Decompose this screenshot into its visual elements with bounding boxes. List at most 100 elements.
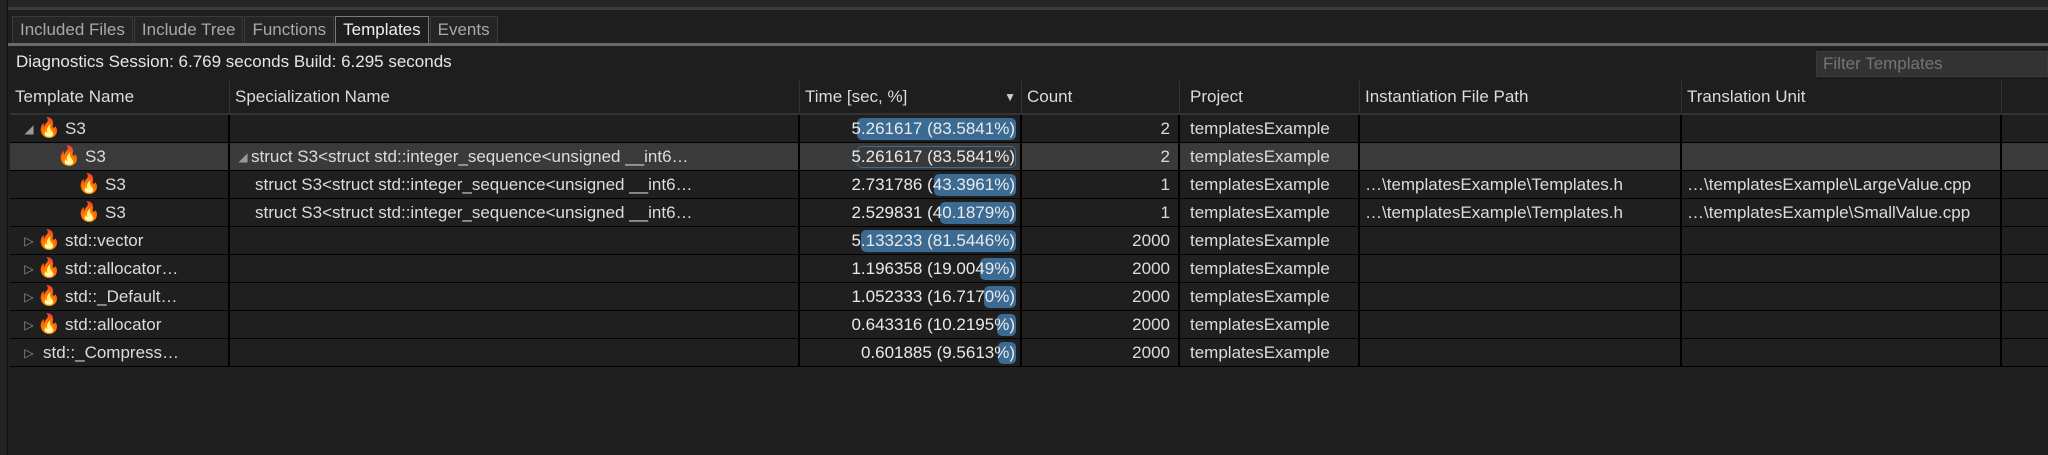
count-value: 2: [1160, 146, 1170, 166]
expanded-arrow-icon[interactable]: ◢: [21, 122, 37, 136]
time-value: 0.601885 (9.5613%): [860, 342, 1015, 362]
project-cell: templatesExample: [1180, 339, 1360, 366]
time-value: 5.133233 (81.5446%): [851, 230, 1015, 250]
specialization-cell: struct S3<struct std::integer_sequence<u…: [230, 171, 800, 198]
project-cell: templatesExample: [1180, 283, 1360, 310]
template-name: std::allocator: [65, 314, 162, 334]
flame-icon: 🔥: [37, 229, 61, 251]
tab-events[interactable]: Events: [429, 16, 498, 44]
filter-templates-input[interactable]: [1816, 51, 2048, 77]
template-name-cell: ▷ 🔥 std::vector: [10, 227, 230, 254]
project-value: templatesExample: [1190, 286, 1330, 306]
template-name: S3: [105, 174, 126, 194]
flame-icon: 🔥: [77, 201, 101, 223]
flame-icon: 🔥: [37, 285, 61, 307]
collapsed-arrow-icon[interactable]: ▷: [21, 290, 37, 304]
count-cell: 2000: [1022, 227, 1180, 254]
time-cell: 2.731786 (43.3961%): [800, 171, 1022, 198]
project-cell: templatesExample: [1180, 227, 1360, 254]
collapsed-arrow-icon[interactable]: ▷: [21, 234, 37, 248]
left-edge: [0, 0, 8, 455]
session-info: Diagnostics Session: 6.769 seconds Build…: [16, 52, 452, 71]
column-label: Template Name: [15, 87, 135, 106]
specialization-name: struct S3<struct std::integer_sequence<u…: [251, 146, 689, 166]
tab-included-files[interactable]: Included Files: [12, 16, 133, 44]
expanded-arrow-icon[interactable]: ◢: [235, 150, 251, 164]
template-name: std::_Compress…: [43, 342, 180, 362]
time-cell: 1.196358 (19.0049%): [800, 255, 1022, 282]
column-label: Project: [1190, 87, 1243, 106]
template-name: S3: [85, 146, 106, 166]
instantiation-file-cell: [1360, 227, 1682, 254]
tab-divider: [8, 43, 2048, 46]
count-value: 2000: [1132, 286, 1170, 306]
instantiation-file-cell: [1360, 339, 1682, 366]
project-value: templatesExample: [1190, 230, 1330, 250]
column-header-count[interactable]: Count: [1022, 81, 1180, 113]
instantiation-file-cell: …\templatesExample\Templates.h: [1360, 199, 1682, 226]
count-value: 2000: [1132, 342, 1170, 362]
flame-icon: 🔥: [37, 117, 61, 139]
project-cell: templatesExample: [1180, 143, 1360, 170]
collapsed-arrow-icon[interactable]: ▷: [21, 262, 37, 276]
count-value: 2000: [1132, 314, 1170, 334]
specialization-cell: [230, 115, 800, 142]
table-row[interactable]: ◢ 🔥 S3 5.261617 (83.5841%) 2 templatesExam…: [10, 115, 2048, 143]
project-cell: templatesExample: [1180, 115, 1360, 142]
flame-icon: 🔥: [77, 173, 101, 195]
template-name: S3: [65, 118, 86, 138]
specialization-cell: [230, 311, 800, 338]
count-cell: 1: [1022, 199, 1180, 226]
column-label: Time [sec, %]: [805, 87, 908, 106]
count-value: 1: [1160, 174, 1170, 194]
time-value: 2.731786 (43.3961%): [851, 174, 1015, 194]
translation-unit: …\templatesExample\SmallValue.cpp: [1687, 202, 1971, 222]
flame-icon: 🔥: [37, 257, 61, 279]
count-value: 2000: [1132, 230, 1170, 250]
template-name: std::allocator…: [65, 258, 179, 278]
time-value: 5.261617 (83.5841%): [851, 146, 1015, 166]
collapsed-arrow-icon[interactable]: ▷: [21, 346, 37, 360]
column-label: Specialization Name: [235, 87, 390, 106]
specialization-cell: ◢ struct S3<struct std::integer_sequence…: [230, 143, 800, 170]
column-header-project[interactable]: Project: [1180, 81, 1360, 113]
specialization-cell: [230, 283, 800, 310]
table-row[interactable]: ▷ std::_Compress… 0.601885 (9.5613%) 2000…: [10, 339, 2048, 367]
collapsed-arrow-icon[interactable]: ▷: [21, 318, 37, 332]
sort-descending-icon: ▼: [1004, 90, 1016, 104]
column-label: Translation Unit: [1687, 87, 1806, 106]
template-name-cell: ◢ 🔥 S3: [10, 115, 230, 142]
template-name-cell: 🔥 S3: [10, 199, 230, 226]
project-cell: templatesExample: [1180, 171, 1360, 198]
tab-functions[interactable]: Functions: [244, 16, 335, 44]
template-name-cell: ▷ 🔥 std::_Default…: [10, 283, 230, 310]
column-header-time[interactable]: Time [sec, %] ▼: [800, 81, 1022, 113]
time-value: 1.052333 (16.7170%): [851, 286, 1015, 306]
column-header-template-name[interactable]: Template Name: [10, 81, 230, 113]
tab-templates[interactable]: Templates: [335, 16, 429, 44]
instantiation-file-cell: [1360, 255, 1682, 282]
project-value: templatesExample: [1190, 342, 1330, 362]
instantiation-file-cell: [1360, 143, 1682, 170]
tab-include-tree[interactable]: Include Tree: [133, 16, 244, 44]
project-value: templatesExample: [1190, 314, 1330, 334]
instantiation-file-path: …\templatesExample\Templates.h: [1365, 202, 1623, 222]
instantiation-file-cell: [1360, 283, 1682, 310]
translation-unit-cell: [1682, 227, 2002, 254]
table-row[interactable]: 🔥 S3 ◢ struct S3<struct std::integer_sequ…: [10, 143, 2048, 171]
column-header-specialization-name[interactable]: Specialization Name: [230, 81, 800, 113]
table-row[interactable]: 🔥 S3 struct S3<struct std::integer_sequen…: [10, 199, 2048, 227]
column-header-instantiation-file-path[interactable]: Instantiation File Path: [1360, 81, 1682, 113]
table-row[interactable]: ▷ 🔥 std::vector 5.133233 (81.5446%) 2000 t…: [10, 227, 2048, 255]
table-row[interactable]: ▷ 🔥 std::_Default… 1.052333 (16.7170%) 200…: [10, 283, 2048, 311]
table-row[interactable]: ▷ 🔥 std::allocator… 1.196358 (19.0049%) 20…: [10, 255, 2048, 283]
count-cell: 2000: [1022, 283, 1180, 310]
translation-unit-cell: [1682, 311, 2002, 338]
grid-header: Template Name Specialization Name Time […: [10, 81, 2048, 115]
time-cell: 1.052333 (16.7170%): [800, 283, 1022, 310]
column-header-translation-unit[interactable]: Translation Unit: [1682, 81, 2002, 113]
template-name: S3: [105, 202, 126, 222]
table-row[interactable]: 🔥 S3 struct S3<struct std::integer_sequen…: [10, 171, 2048, 199]
table-row[interactable]: ▷ 🔥 std::allocator 0.643316 (10.2195%) 200…: [10, 311, 2048, 339]
translation-unit-cell: …\templatesExample\LargeValue.cpp: [1682, 171, 2002, 198]
